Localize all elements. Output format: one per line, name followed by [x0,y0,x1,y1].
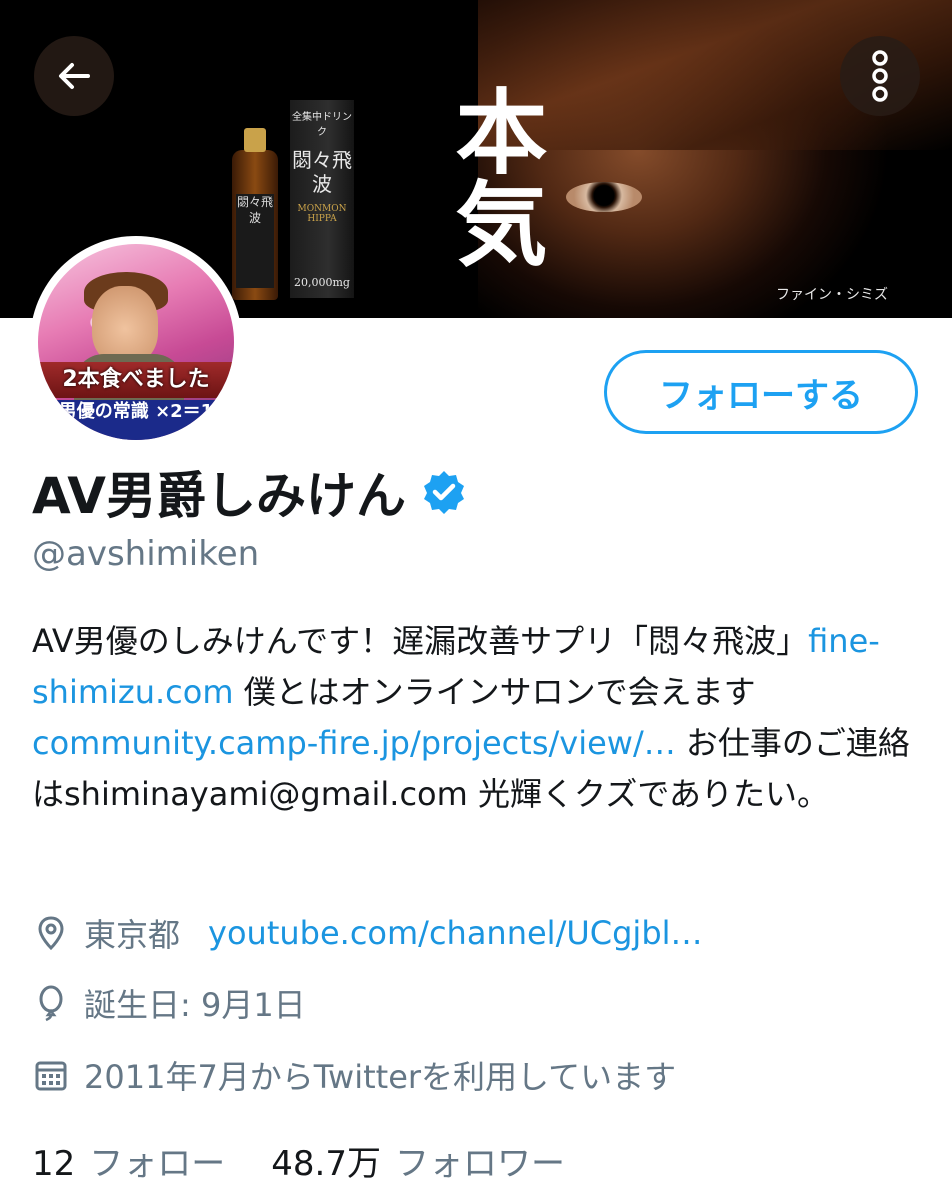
product-box: 全集中ドリンク 閟々飛波 MONMON HIPPA 20,000mg [290,100,354,298]
box-romaji: MONMON HIPPA [297,204,347,224]
product-bottle: 閟々飛波 [232,128,278,300]
banner-eye [566,182,642,212]
more-options-button[interactable] [840,36,920,116]
profile-bio: AV男優のしみけんです！遅漏改善サプリ「悶々飛波」fine-shimizu.co… [32,616,922,820]
display-name: AV男爵しみけん [32,467,406,525]
following-stat[interactable]: 12 フォロー [32,1136,225,1185]
location-pin-icon [38,916,64,951]
avatar-caption-top: 2本食べました [38,362,234,398]
following-count: 12 [32,1144,76,1184]
back-button[interactable] [34,36,114,116]
box-amount: 20,000mg [294,276,350,289]
location-text: 東京都 [84,916,181,954]
followers-count: 48.7万 [271,1144,381,1184]
joined-text: 2011年7月からTwitterを利用しています [84,1058,677,1096]
calendar-icon [35,1061,67,1091]
more-vertical-icon [872,50,888,102]
stats-spacer [225,1136,271,1185]
bottle-cap [244,128,266,152]
avatar-image: 2本食べました 男優の常識 ×2＝1 [38,244,234,440]
birthday-row: 誕生日: 9月1日 [32,980,306,1026]
bio-text-2: 僕とはオンラインサロンで会えます [233,673,756,711]
profile-name-row: AV男爵しみけん [32,456,468,528]
avatar-caption-bottom: 男優の常識 ×2＝1 [38,400,234,440]
username-handle: @avshimiken [32,534,260,574]
following-label: フォロー [89,1144,226,1184]
arrow-left-icon [59,63,90,89]
profile-avatar[interactable]: 2本食べました 男優の常識 ×2＝1 [30,236,242,448]
birthday-text: 誕生日: 9月1日 [84,986,306,1024]
box-product-name: 閟々飛波 [292,148,352,196]
balloon-icon [39,985,63,1022]
box-tagline: 全集中ドリンク [292,112,352,138]
verified-badge-icon [424,471,464,514]
bottle-label: 閟々飛波 [236,194,274,288]
followers-stat[interactable]: 48.7万 フォロワー [271,1136,565,1185]
joined-row: 2011年7月からTwitterを利用しています [32,1052,676,1098]
follow-button[interactable]: フォローする [604,350,918,434]
bio-text-1: AV男優のしみけんです！遅漏改善サプリ「悶々飛波」 [32,622,809,660]
banner-brand: ファイン・シミズ [776,287,888,303]
follow-stats: 12 フォロー 48.7万 フォロワー [32,1136,565,1185]
location-row: 東京都 youtube.com/channel/UCgjbl… [32,910,703,956]
followers-label: フォロワー [394,1144,565,1184]
bio-link-salon[interactable]: community.camp-fire.jp/projects/view/… [32,724,676,762]
banner-kanji-text: 本気 [440,84,548,268]
avatar-face [92,286,158,364]
website-link[interactable]: youtube.com/channel/UCgjbl… [208,914,703,952]
